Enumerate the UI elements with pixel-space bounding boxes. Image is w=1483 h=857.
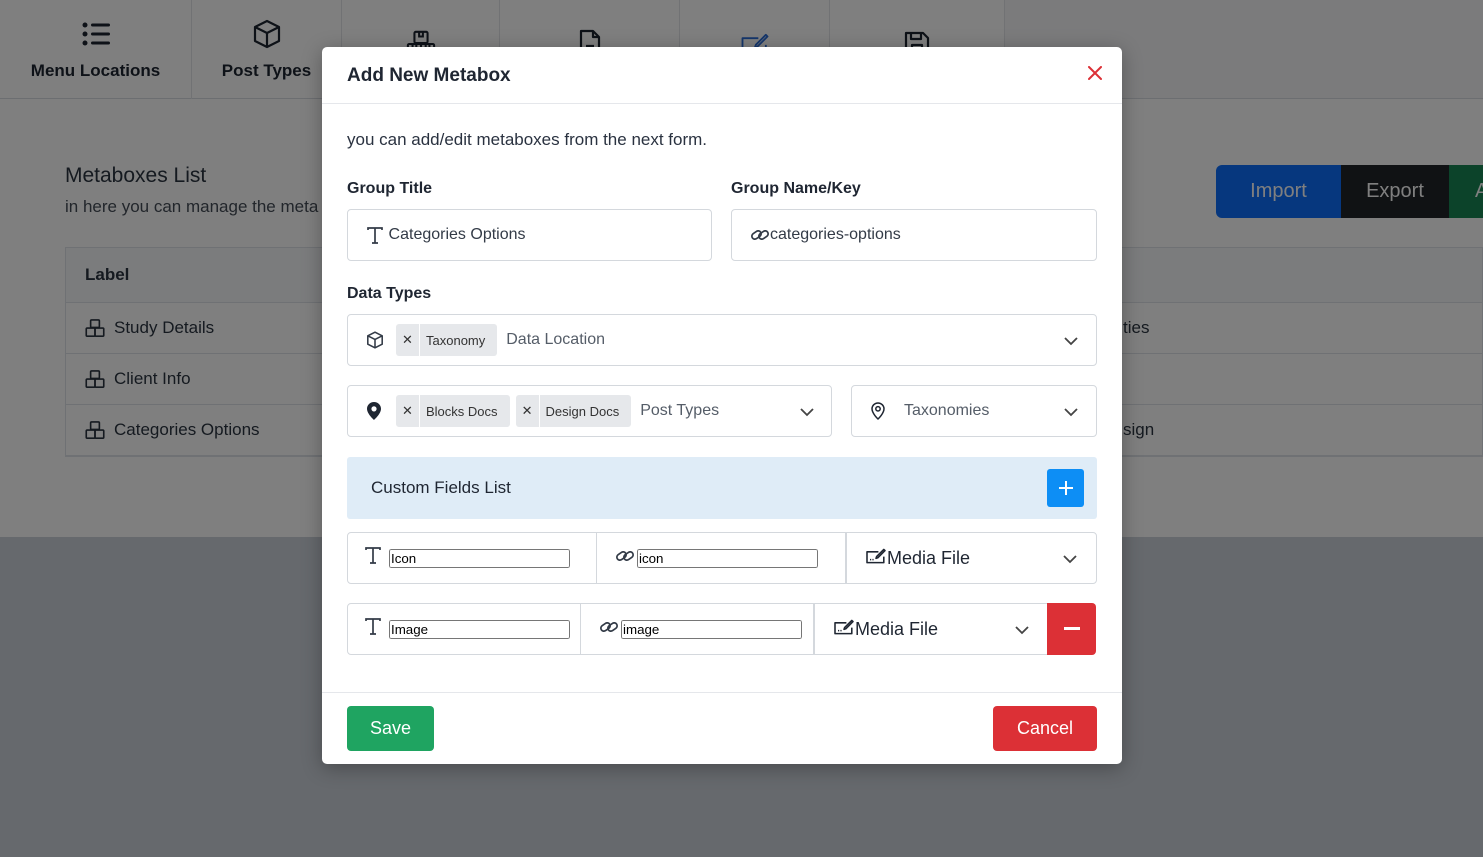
chevron-down-icon[interactable] [799, 404, 815, 420]
data-location-select[interactable]: ✕ Taxonomy Data Location [347, 314, 1097, 366]
field-type-select[interactable]: Media File [814, 603, 1048, 655]
post-types-placeholder: Post Types [640, 402, 720, 419]
plus-icon [1058, 481, 1073, 495]
field-key-cell[interactable] [580, 603, 814, 655]
chevron-down-icon[interactable] [1014, 622, 1030, 638]
remove-tag-icon[interactable]: ✕ [396, 324, 420, 356]
close-icon[interactable] [1085, 62, 1105, 84]
form-edit-icon [865, 547, 887, 570]
add-field-button[interactable] [1047, 469, 1084, 507]
link-icon [615, 547, 637, 570]
link-icon [750, 226, 770, 244]
custom-fields-title: Custom Fields List [371, 478, 511, 497]
chevron-down-icon[interactable] [1062, 551, 1078, 567]
cancel-button[interactable]: Cancel [993, 706, 1097, 751]
tag-blocks-docs: ✕ Blocks Docs [396, 395, 510, 427]
group-key-input[interactable] [770, 226, 1096, 244]
group-key-label: Group Name/Key [731, 180, 861, 197]
link-icon [599, 618, 621, 641]
remove-tag-icon[interactable]: ✕ [516, 395, 540, 427]
post-types-select[interactable]: ✕ Blocks Docs ✕ Design Docs Post Types [347, 385, 832, 437]
group-title-field[interactable] [347, 209, 712, 261]
data-types-label: Data Types [347, 285, 432, 302]
field-type-value: Media File [855, 618, 939, 639]
text-type-icon [365, 547, 387, 569]
field-key-input[interactable] [637, 548, 818, 568]
chevron-down-icon[interactable] [1063, 404, 1079, 420]
text-type-icon [365, 618, 387, 640]
taxonomies-placeholder: Taxonomies [904, 402, 990, 419]
field-label-input[interactable] [389, 548, 570, 568]
field-type-select[interactable]: Media File [846, 532, 1097, 584]
map-pin-outline-icon [868, 402, 888, 420]
chevron-down-icon[interactable] [1063, 333, 1079, 349]
modal-title: Add New Metabox [347, 65, 511, 86]
modal-description: you can add/edit metaboxes from the next… [347, 130, 708, 149]
modal-footer: Save Cancel [322, 692, 1122, 764]
field-label-input[interactable] [389, 619, 570, 639]
tag-label: Blocks Docs [426, 403, 498, 419]
tag-label: Design Docs [545, 403, 620, 419]
tag-taxonomy: ✕ Taxonomy [396, 324, 498, 356]
minus-icon [1063, 627, 1080, 630]
form-edit-icon [833, 618, 855, 641]
field-key-input[interactable] [621, 619, 802, 639]
modal-header: Add New Metabox [322, 47, 1122, 104]
remove-tag-icon[interactable]: ✕ [396, 395, 420, 427]
group-key-field[interactable] [731, 209, 1097, 261]
tag-design-docs: ✕ Design Docs [515, 395, 632, 427]
taxonomies-select[interactable]: Taxonomies [851, 385, 1097, 437]
field-type-value: Media File [887, 547, 971, 568]
cube-icon [364, 331, 386, 349]
save-button[interactable]: Save [347, 706, 434, 751]
map-pin-icon [364, 402, 384, 420]
custom-fields-header: Custom Fields List [347, 457, 1097, 519]
field-label-cell[interactable] [347, 603, 581, 655]
group-title-input[interactable] [388, 226, 711, 244]
text-type-icon [365, 226, 385, 244]
data-location-placeholder: Data Location [506, 331, 605, 348]
field-label-cell[interactable] [347, 532, 597, 584]
field-key-cell[interactable] [596, 532, 846, 584]
group-title-label: Group Title [347, 180, 433, 197]
tag-label: Taxonomy [426, 332, 486, 348]
remove-field-button[interactable] [1047, 603, 1096, 655]
add-metabox-modal: Add New Metabox you can add/edit metabox… [322, 47, 1122, 764]
